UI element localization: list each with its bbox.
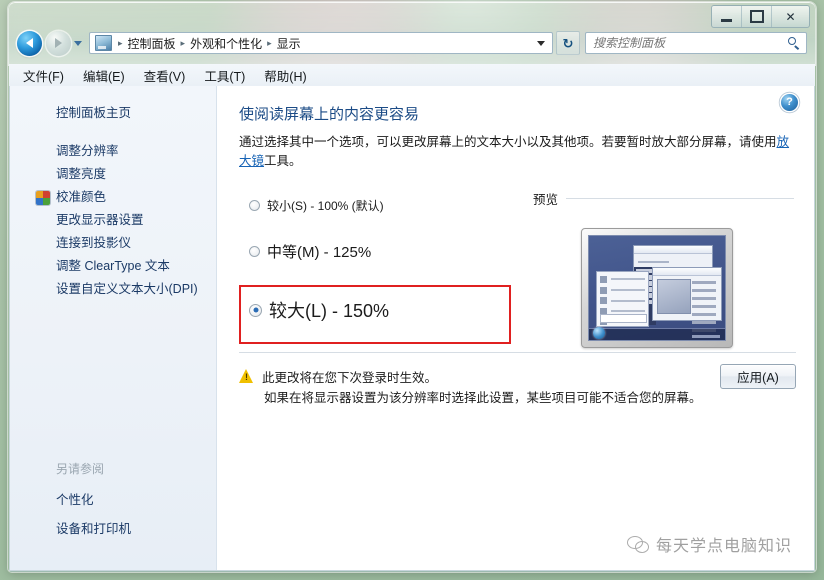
watermark-text: 每天学点电脑知识 <box>655 538 792 555</box>
see-also-section: 另请参阅 个性化 设备和打印机 <box>10 460 216 542</box>
see-also-title: 另请参阅 <box>56 462 105 476</box>
preview-label: 预览 <box>533 193 559 207</box>
scaling-options-group: 较小(S) - 100% (默认) 中等(M) - 125% 较大(L) - 1… <box>239 189 511 348</box>
speech-bubble-icon <box>626 535 649 553</box>
sidebar-item-label: 调整分辨率 <box>56 144 119 158</box>
control-panel-icon <box>95 35 112 51</box>
page-description: 通过选择其中一个选项，可以更改屏幕上的文本大小以及其他项。若要暂时放大部分屏幕，… <box>239 133 794 171</box>
window-body: 控制面板主页 调整分辨率 调整亮度 校准颜色 更改显示器设置 连接到投影仪 调整… <box>9 86 815 571</box>
sidebar-item-personalization[interactable]: 个性化 <box>10 484 216 513</box>
preview-header: 预览 <box>533 189 794 208</box>
preview-system-tray <box>692 334 720 338</box>
sidebar-item-label: 调整亮度 <box>56 167 107 181</box>
back-button[interactable] <box>17 30 42 56</box>
preview-taskbar <box>589 327 725 340</box>
warning-triangle-icon <box>239 369 254 383</box>
search-box[interactable] <box>585 32 807 54</box>
forward-arrow-icon <box>55 38 62 48</box>
help-icon[interactable]: ? <box>781 94 798 111</box>
sidebar-item-label: 校准颜色 <box>56 190 107 204</box>
sidebar-item-connect-projector[interactable]: 连接到投影仪 <box>10 232 216 255</box>
apply-button[interactable]: 应用(A) <box>720 364 796 389</box>
breadcrumb-item-2[interactable]: 显示 <box>275 35 303 52</box>
breadcrumb-separator-2: ▸ <box>267 37 272 48</box>
sidebar-item-devices-and-printers[interactable]: 设备和打印机 <box>10 513 216 542</box>
option-label: 较小(S) - 100% (默认) <box>267 198 384 213</box>
breadcrumb-item-0[interactable]: 控制面板 <box>126 35 178 52</box>
sidebar-item-label: 连接到投影仪 <box>56 236 132 250</box>
breadcrumb[interactable]: ▸ 控制面板 ▸ 外观和个性化 ▸ 显示 <box>89 32 553 54</box>
page-title: 使阅读屏幕上的内容更容易 <box>239 106 420 123</box>
chevron-down-icon <box>537 40 545 46</box>
preview-screen <box>588 235 726 341</box>
sidebar-item-custom-dpi[interactable]: 设置自定义文本大小(DPI) <box>10 278 216 301</box>
footer-divider <box>239 352 796 353</box>
options-and-preview: 较小(S) - 100% (默认) 中等(M) - 125% 较大(L) - 1… <box>239 189 794 348</box>
option-smaller-100[interactable]: 较小(S) - 100% (默认) <box>239 189 511 221</box>
menu-item-view[interactable]: 查看(V) <box>144 66 186 85</box>
back-arrow-icon <box>26 38 33 48</box>
menu-bar: 文件(F) 编辑(E) 查看(V) 工具(T) 帮助(H) <box>9 64 815 86</box>
refresh-icon: ↻ <box>562 35 574 51</box>
shield-icon <box>36 191 50 205</box>
search-input[interactable] <box>591 35 788 51</box>
sidebar-task-list: 调整分辨率 调整亮度 校准颜色 更改显示器设置 连接到投影仪 调整 ClearT… <box>10 140 216 301</box>
breadcrumb-dropdown[interactable] <box>537 40 548 46</box>
explorer-window: ✕ ▸ 控制面板 ▸ 外观和个性化 ▸ 显示 ↻ 文件(F) 编辑(E) 查看(… <box>8 2 816 572</box>
option-medium-125[interactable]: 中等(M) - 125% <box>239 231 511 271</box>
radio-button-smaller[interactable] <box>249 199 260 211</box>
status-divider <box>9 571 815 572</box>
section-divider <box>566 198 794 199</box>
close-button[interactable]: ✕ <box>772 6 809 27</box>
address-bar: ▸ 控制面板 ▸ 外观和个性化 ▸ 显示 ↻ <box>8 29 816 57</box>
sidebar-item-label: 更改显示器设置 <box>56 213 144 227</box>
sidebar-item-adjust-cleartype[interactable]: 调整 ClearType 文本 <box>10 255 216 278</box>
highlight-annotation <box>239 285 511 344</box>
sidebar-item-label: 设置自定义文本大小(DPI) <box>56 282 198 296</box>
maximize-button[interactable] <box>742 6 772 27</box>
description-text-part2: 工具。 <box>264 154 302 168</box>
menu-item-file[interactable]: 文件(F) <box>23 66 64 85</box>
preview-start-menu <box>595 271 650 328</box>
preview-foreground-window <box>651 267 722 332</box>
menu-item-tools[interactable]: 工具(T) <box>204 66 245 85</box>
sidebar-item-control-panel-home[interactable]: 控制面板主页 <box>10 100 216 121</box>
sidebar-item-adjust-brightness[interactable]: 调整亮度 <box>10 163 216 186</box>
sidebar-item-calibrate-color[interactable]: 校准颜色 <box>10 186 216 209</box>
preview-start-orb-icon <box>593 327 606 340</box>
menu-item-help[interactable]: 帮助(H) <box>264 66 306 85</box>
description-text-part1: 通过选择其中一个选项，可以更改屏幕上的文本大小以及其他项。若要暂时放大部分屏幕，… <box>239 135 777 149</box>
note-line-2: 如果在将显示器设置为该分辨率时选择此设置，某些项目可能不适合您的屏幕。 <box>264 391 702 405</box>
radio-button-medium[interactable] <box>249 245 260 257</box>
warning-note: 此更改将在您下次登录时生效。 如果在将显示器设置为该分辨率时选择此设置，某些项目… <box>239 368 796 408</box>
search-icon <box>788 36 801 50</box>
chevron-down-icon <box>74 40 82 46</box>
preview-section: 预览 <box>511 189 794 348</box>
option-label: 中等(M) - 125% <box>267 243 372 261</box>
question-mark-glyph: ? <box>786 96 793 108</box>
breadcrumb-item-1[interactable]: 外观和个性化 <box>188 35 264 52</box>
sidebar-item-label: 调整 ClearType 文本 <box>56 259 170 273</box>
sidebar-item-adjust-resolution[interactable]: 调整分辨率 <box>10 140 216 163</box>
watermark: 每天学点电脑知识 <box>626 532 792 556</box>
minimize-button[interactable] <box>712 6 742 27</box>
sidebar-item-change-display-settings[interactable]: 更改显示器设置 <box>10 209 216 232</box>
menu-item-edit[interactable]: 编辑(E) <box>83 66 125 85</box>
history-dropdown[interactable] <box>72 40 84 46</box>
main-pane: ? 使阅读屏幕上的内容更容易 通过选择其中一个选项，可以更改屏幕上的文本大小以及… <box>217 86 814 570</box>
breadcrumb-separator-1: ▸ <box>180 37 186 48</box>
window-controls: ✕ <box>711 5 810 28</box>
forward-button[interactable] <box>46 30 71 56</box>
note-line-1: 此更改将在您下次登录时生效。 <box>262 371 438 385</box>
sidebar: 控制面板主页 调整分辨率 调整亮度 校准颜色 更改显示器设置 连接到投影仪 调整… <box>10 86 217 570</box>
refresh-button[interactable]: ↻ <box>556 31 580 55</box>
preview-monitor <box>581 228 733 348</box>
breadcrumb-separator-0: ▸ <box>118 37 123 48</box>
close-icon: ✕ <box>785 9 796 24</box>
